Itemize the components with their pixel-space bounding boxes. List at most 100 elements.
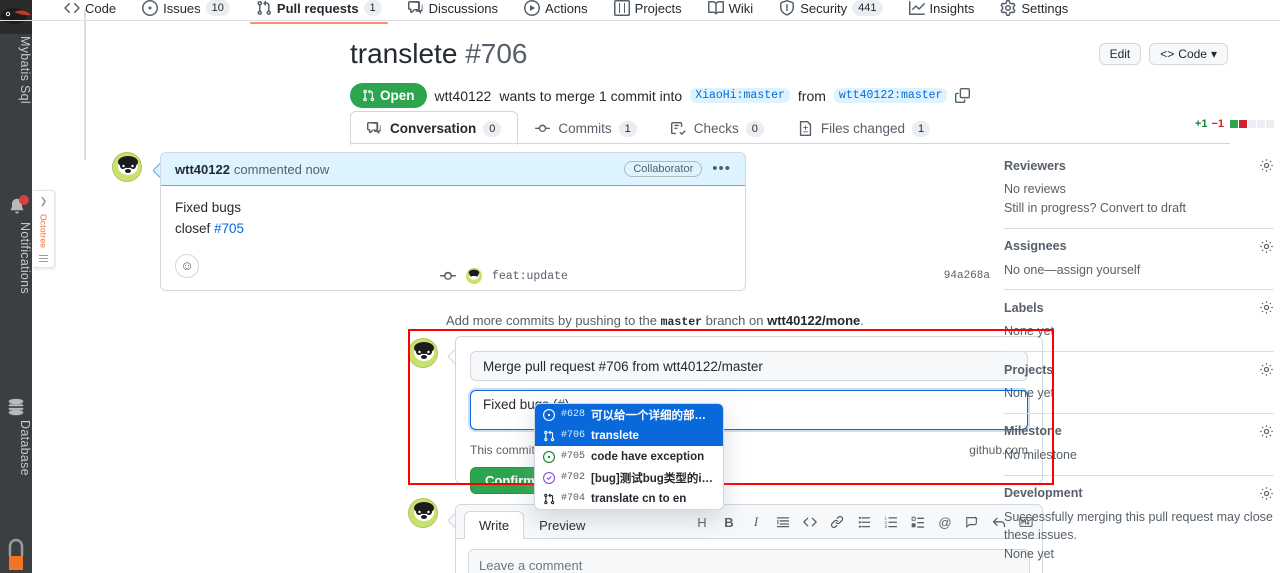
autocomplete-item[interactable]: #702 [bug]测试bug类型的issue (535, 467, 723, 488)
pr-tabs: Conversation 0 Commits 1 Checks 0 Files … (350, 110, 1230, 145)
code-dropdown-button[interactable]: <> Code ▾ (1149, 43, 1228, 65)
autocomplete-item[interactable]: #628 可以给一个详细的部署文档么? (535, 404, 723, 425)
code-icon (64, 0, 80, 16)
development-help-text: Successfully merging this pull request m… (1004, 509, 1273, 543)
sidebar-section-title: Assignees (1004, 239, 1067, 253)
gear-icon[interactable] (1259, 239, 1274, 254)
merge-sentence-author[interactable]: wtt40122 (435, 88, 492, 104)
bold-icon[interactable]: B (721, 514, 737, 530)
tab-commits[interactable]: Commits 1 (518, 111, 653, 145)
code-button-label: Code (1178, 47, 1207, 61)
merge-commit-title-input[interactable] (470, 351, 1028, 381)
avatar (408, 338, 438, 368)
gear-icon[interactable] (1259, 424, 1274, 439)
gear-icon[interactable] (1259, 300, 1274, 315)
repo-nav: Code Issues 10 Pull requests 1 Discussio… (0, 0, 1280, 24)
tab-preview[interactable]: Preview (524, 511, 600, 539)
sidebar-value: None yet (1004, 547, 1055, 561)
sidebar-section-title: Projects (1004, 362, 1054, 377)
conversation-icon (367, 121, 383, 137)
tab-label: Conversation (390, 121, 477, 136)
git-pull-request-icon (256, 0, 272, 16)
nav-count: 1 (363, 0, 382, 16)
octotree-panel-tab[interactable]: ❯ Octotree (33, 190, 55, 268)
nav-label: Discussions (428, 0, 499, 16)
edit-button[interactable]: Edit (1098, 43, 1142, 65)
bell-icon[interactable] (6, 195, 29, 220)
issue-autocomplete-menu[interactable]: #628 可以给一个详细的部署文档么? #706 translete #705 … (534, 403, 724, 510)
tab-checks[interactable]: Checks 0 (654, 111, 781, 145)
screen-root: Mybatis Sql Notifications Database ❯ Oct… (0, 0, 1280, 573)
avatar (466, 268, 482, 284)
code-icon[interactable] (802, 514, 818, 530)
comment-header: wtt40122 commented now Collaborator ••• (161, 153, 745, 186)
divider (1004, 474, 1274, 476)
commit-sha[interactable]: 94a268a (944, 270, 990, 282)
divider (1004, 289, 1274, 291)
autocomplete-item[interactable]: #704 translate cn to en (535, 488, 723, 509)
link-icon[interactable] (829, 514, 845, 530)
gear-icon[interactable] (1259, 158, 1274, 173)
issue-closed-icon (543, 471, 555, 484)
add-reaction-button[interactable]: ☺ (175, 253, 199, 278)
sidebar-section-title: Reviewers (1004, 158, 1066, 173)
base-branch-chip[interactable]: XiaoHi:master (690, 88, 790, 103)
issue-opened-icon (543, 450, 555, 463)
gear-icon[interactable] (1259, 362, 1274, 377)
comment-input[interactable] (468, 549, 1030, 573)
push-note-repo[interactable]: wtt40122/mone (767, 313, 860, 328)
rail-item-notifications[interactable]: Notifications (0, 222, 32, 382)
avatar (408, 498, 438, 528)
hamburger-icon[interactable] (39, 254, 48, 262)
autocomplete-number: #628 (561, 409, 586, 420)
avatar[interactable] (112, 152, 142, 182)
unordered-list-icon[interactable] (856, 514, 872, 530)
tab-count: 0 (483, 120, 502, 137)
mention-icon[interactable]: @ (937, 514, 953, 530)
heading-icon[interactable]: H (694, 514, 710, 530)
autocomplete-item[interactable]: #705 code have exception (535, 446, 723, 467)
nav-label: Issues (163, 0, 201, 16)
tab-write[interactable]: Write (464, 511, 525, 539)
head-branch-chip[interactable]: wtt40122:master (833, 88, 948, 103)
gear-icon (1000, 0, 1016, 16)
issue-link-705[interactable]: #705 (214, 221, 244, 236)
sidebar-section-header: Reviewers (1004, 158, 1274, 173)
nav-label: Actions (545, 0, 588, 16)
italic-icon[interactable]: I (748, 514, 764, 530)
pr-header: translete #706 Edit <> Code ▾ Open wtt40… (350, 36, 1230, 108)
editor-body (456, 539, 1042, 573)
sidebar-section-header: Projects (1004, 362, 1274, 377)
issue-opened-icon (543, 408, 555, 421)
rail-item-mybatis-sql[interactable]: Mybatis Sql (0, 34, 32, 164)
quote-icon[interactable] (775, 514, 791, 530)
nav-label: Pull requests (276, 0, 359, 16)
reference-icon[interactable] (964, 514, 980, 530)
kebab-menu-icon[interactable]: ••• (712, 161, 731, 176)
ide-left-rail: Mybatis Sql Notifications Database (0, 0, 32, 573)
diff-deletions: −1 (1211, 118, 1224, 130)
commit-icon (440, 268, 456, 284)
comment-author[interactable]: wtt40122 (175, 162, 230, 177)
tab-conversation[interactable]: Conversation 0 (350, 111, 519, 145)
convert-to-draft-line[interactable]: Still in progress? Convert to draft (1004, 199, 1274, 218)
sidebar-value[interactable]: No one—assign yourself (1004, 261, 1274, 280)
push-note-suffix: . (860, 313, 864, 328)
gear-icon[interactable] (1259, 486, 1274, 501)
autocomplete-number: #706 (561, 430, 586, 441)
collaborator-badge: Collaborator (624, 161, 703, 177)
timeline-commit-row: feat:update 94a268a (350, 268, 990, 284)
task-list-icon[interactable] (910, 514, 926, 530)
commit-message[interactable]: feat:update (492, 270, 568, 283)
database-icon (5, 396, 27, 418)
copy-icon[interactable] (955, 88, 971, 103)
ordered-list-icon[interactable]: 123 (883, 514, 899, 530)
build-tool-icon (7, 538, 25, 573)
nav-divider (0, 20, 1280, 21)
commit-icon (535, 121, 551, 137)
tab-count: 1 (911, 120, 931, 137)
tab-files-changed[interactable]: Files changed 1 (781, 111, 947, 145)
autocomplete-title: [bug]测试bug类型的issue (591, 472, 715, 485)
autocomplete-item[interactable]: #706 translete (535, 425, 723, 446)
rail-item-database[interactable]: Database (0, 420, 32, 530)
